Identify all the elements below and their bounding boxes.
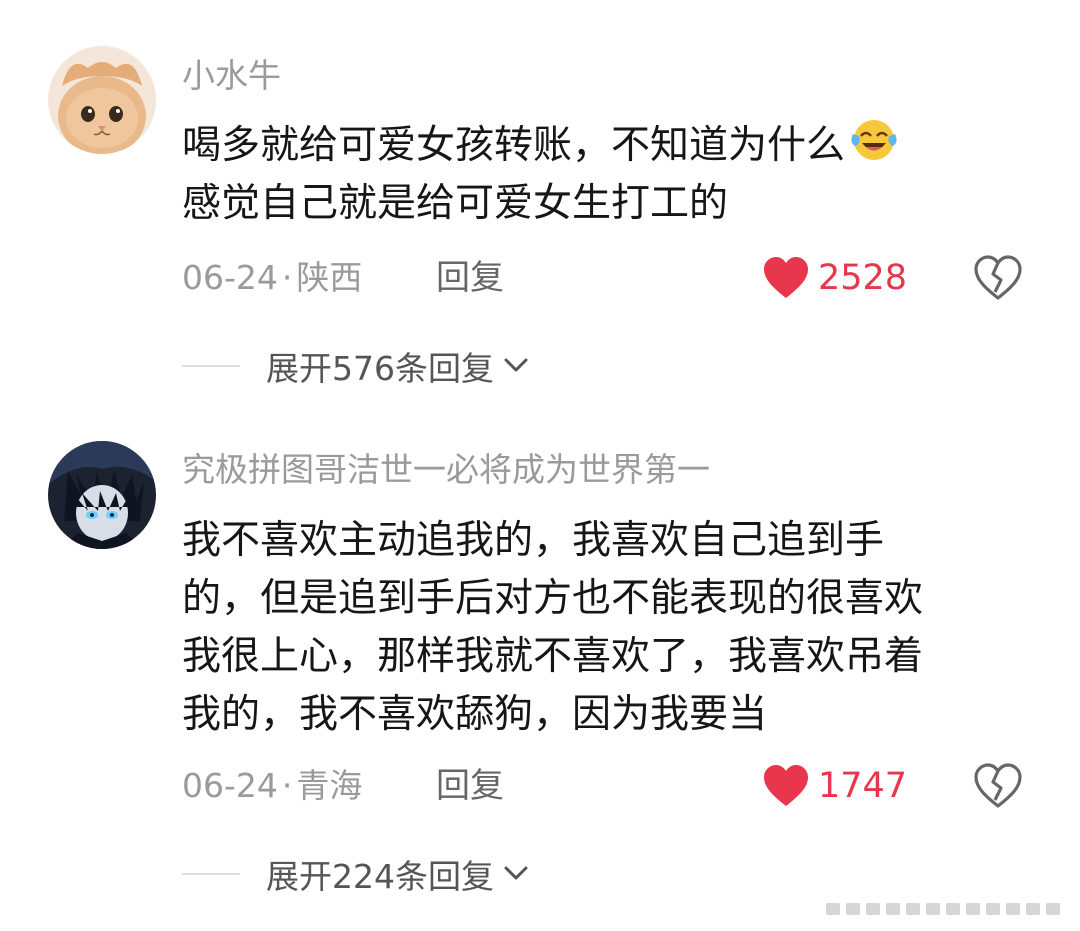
anime-character-avatar-icon <box>48 441 156 549</box>
like-button[interactable]: 1747 <box>762 762 907 810</box>
comment-line: 的，但是追到手后对方也不能表现的很喜欢 <box>182 576 924 621</box>
comment-location: 青海 <box>296 766 363 805</box>
comment-date: 06-24 <box>182 766 278 805</box>
expand-replies[interactable]: 展开224条回复 <box>182 852 530 896</box>
reply-button[interactable]: 回复 <box>436 766 504 806</box>
comment-item: 究极拼图哥洁世一必将成为世界第一 我不喜欢主动追我的，我喜欢自己追到手 的，但是… <box>0 0 1080 931</box>
meta-separator: · <box>281 766 293 805</box>
comment-meta: 06-24 · 青海 <box>182 766 362 806</box>
avatar[interactable] <box>48 441 156 549</box>
expand-replies-label: 展开224条回复 <box>266 857 494 896</box>
divider <box>182 873 240 875</box>
heart-icon <box>764 765 808 806</box>
comment-line: 我不喜欢主动追我的，我喜欢自己追到手 <box>182 518 885 563</box>
broken-heart-icon[interactable] <box>972 762 1024 810</box>
comment-text: 我不喜欢主动追我的，我喜欢自己追到手 的，但是追到手后对方也不能表现的很喜欢 我… <box>182 512 1042 744</box>
comment-line: 我的，我不喜欢舔狗，因为我要当 <box>182 692 768 737</box>
chevron-down-icon <box>504 866 528 880</box>
comment-line: 我很上心，那样我就不喜欢了，我喜欢吊着 <box>182 634 924 679</box>
watermark <box>826 903 1060 915</box>
like-count: 1747 <box>818 766 908 806</box>
username[interactable]: 究极拼图哥洁世一必将成为世界第一 <box>182 450 710 490</box>
